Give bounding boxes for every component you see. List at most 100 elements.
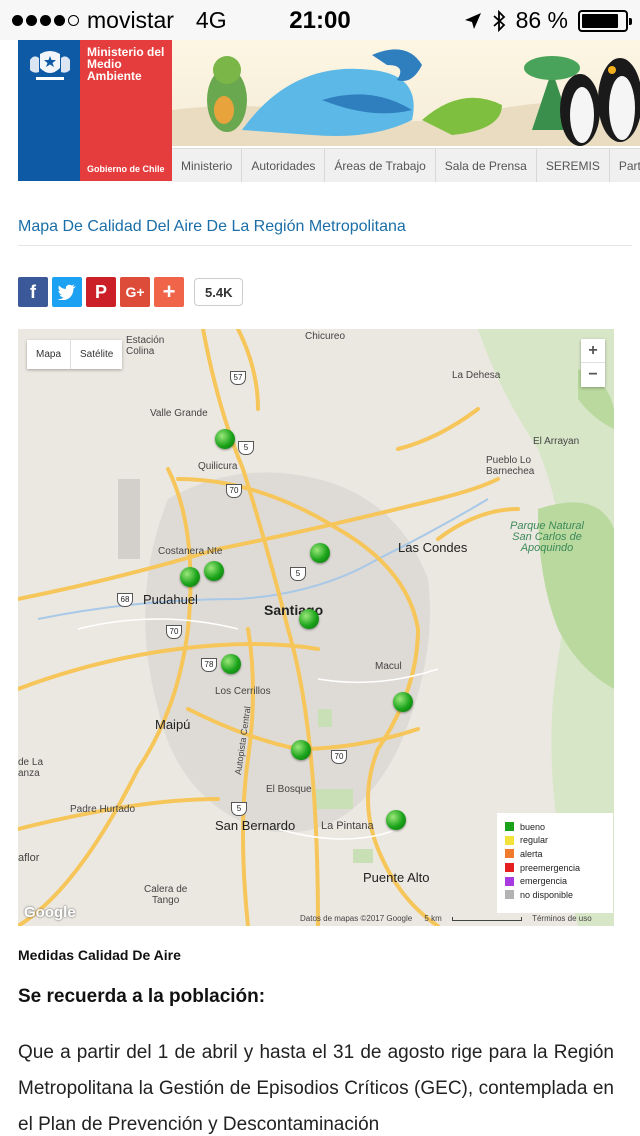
monitoring-station-marker[interactable] (310, 543, 330, 563)
zoom-out-button[interactable]: − (581, 363, 605, 387)
chile-coat-of-arms-icon (30, 51, 70, 80)
main-nav: Ministerio Autoridades Áreas de Trabajo … (172, 148, 640, 182)
ministry-name: Ministerio del Medio Ambiente (87, 45, 165, 83)
body-paragraph: Que a partir del 1 de abril y hasta el 3… (18, 1042, 614, 1135)
terms-link[interactable]: Términos de uso (532, 914, 592, 923)
googleplus-share-button[interactable]: G+ (120, 277, 150, 307)
share-bar: f t P G+ + 5.4K (18, 277, 244, 307)
monitoring-station-marker[interactable] (386, 810, 406, 830)
legend-swatch (505, 849, 514, 859)
monitoring-station-marker[interactable] (204, 561, 224, 581)
facebook-icon: f (30, 281, 36, 302)
legend-swatch (505, 890, 514, 900)
place-estacion-colina: Estación Colina (126, 335, 164, 357)
monitoring-station-marker[interactable] (393, 692, 413, 712)
legend-label: regular (520, 835, 549, 846)
route-shield: 5 (290, 567, 306, 581)
route-shield: 68 (117, 593, 133, 607)
nav-item-sala-de-prensa[interactable]: Sala de Prensa (436, 149, 537, 182)
monitoring-station-marker[interactable] (299, 609, 319, 629)
place-parque-natural: Parque Natural San Carlos de Apoquindo (510, 520, 584, 554)
place-el-bosque: El Bosque (266, 784, 312, 795)
google-logo: Google (24, 904, 76, 921)
place-el-arrayan: El Arrayan (533, 436, 580, 447)
battery-icon (578, 9, 632, 32)
zoom-in-button[interactable]: + (581, 339, 605, 363)
twitter-share-button[interactable]: t (52, 277, 82, 307)
place-san-bernardo: San Bernardo (215, 818, 296, 833)
monitoring-station-marker[interactable] (291, 740, 311, 760)
battery-percent: 86 % (515, 7, 568, 33)
legend-row: emergencia (505, 874, 605, 888)
place-los-cerrillos: Los Cerrillos (215, 686, 271, 697)
status-right: 86 % (464, 7, 632, 34)
more-share-button[interactable]: + (154, 277, 184, 307)
legend-label: preemergencia (520, 862, 581, 873)
monitoring-station-marker[interactable] (215, 429, 235, 449)
air-quality-map[interactable]: Estación Colina Chicureo La Dehesa Valle… (18, 329, 614, 926)
scale-bar (452, 916, 522, 921)
reminder-heading: Se recuerda a la población: (18, 986, 266, 1007)
place-maipu: Maipú (155, 717, 191, 732)
twitter-icon (57, 284, 76, 300)
place-aflor: aflor (18, 852, 40, 864)
status-bar: movistar 4G 21:00 86 % (0, 0, 640, 40)
legend-row: bueno (505, 820, 605, 834)
monitoring-station-marker[interactable] (180, 567, 200, 587)
legend-label: alerta (520, 848, 543, 859)
nav-item-autoridades[interactable]: Autoridades (242, 149, 326, 182)
legend-row: no disponible (505, 888, 605, 902)
map-type-mapa-button[interactable]: Mapa (27, 340, 72, 369)
place-macul: Macul (375, 661, 402, 672)
legend-row: alerta (505, 847, 605, 861)
scale-label: 5 km (424, 914, 442, 923)
place-la-dehesa: La Dehesa (452, 370, 501, 381)
pinterest-icon: P (94, 281, 107, 302)
place-de-la-anza: de La anza (18, 757, 44, 779)
attribution-text: Datos de mapas ©2017 Google (300, 914, 413, 923)
place-costanera-nte: Costanera Nte (158, 546, 223, 557)
place-las-condes: Las Condes (398, 540, 468, 555)
route-shield: 70 (226, 484, 242, 498)
legend-swatch (505, 863, 514, 873)
legend-swatch (505, 876, 514, 886)
map-legend: bueno regular alerta preemergencia emerg… (497, 813, 613, 913)
nav-item-ministerio[interactable]: Ministerio (172, 149, 243, 182)
pinterest-share-button[interactable]: P (86, 277, 116, 307)
place-chicureo: Chicureo (305, 331, 346, 342)
nav-item-participacion[interactable]: Particip (610, 149, 640, 182)
location-arrow-icon (464, 12, 481, 29)
legend-row: preemergencia (505, 861, 605, 875)
monitoring-station-marker[interactable] (221, 654, 241, 674)
route-shield: 5 (238, 441, 254, 455)
legend-label: no disponible (520, 889, 574, 900)
page: { "status_bar": { "carrier": "movistar",… (0, 0, 640, 1136)
section-heading: Medidas Calidad De Aire (18, 947, 181, 963)
map-type-satelite-button[interactable]: Satélite (71, 340, 122, 369)
government-label: Gobierno de Chile (87, 164, 165, 174)
place-calera-de-tango: Calera de Tango (144, 884, 188, 906)
legend-swatch (505, 822, 514, 832)
place-quilicura: Quilicura (198, 461, 238, 472)
route-shield: 70 (331, 750, 347, 764)
share-count: 5.4K (194, 278, 244, 306)
nav-item-areas-de-trabajo[interactable]: Áreas de Trabajo (325, 149, 436, 182)
legend-row: regular (505, 834, 605, 848)
place-puente-alto: Puente Alto (363, 870, 430, 885)
googleplus-icon: G+ (125, 284, 145, 300)
plus-icon: + (162, 279, 176, 304)
header-banner-illustration (172, 40, 640, 146)
map-type-control: Mapa Satélite (27, 340, 123, 369)
nav-item-seremis[interactable]: SEREMIS (537, 149, 610, 182)
route-shield: 70 (166, 625, 182, 639)
legend-label: emergencia (520, 876, 568, 887)
zoom-control: + − (581, 339, 605, 387)
place-pueblo-lo-barnechea: Pueblo Lo Barnechea (486, 455, 535, 477)
route-shield: 57 (230, 371, 246, 385)
route-shield: 5 (231, 802, 247, 816)
place-pudahuel: Pudahuel (143, 592, 198, 607)
bluetooth-icon (492, 9, 505, 32)
legend-swatch (505, 835, 514, 845)
page-title: Mapa De Calidad Del Aire De La Región Me… (18, 218, 406, 235)
facebook-share-button[interactable]: f (18, 277, 48, 307)
